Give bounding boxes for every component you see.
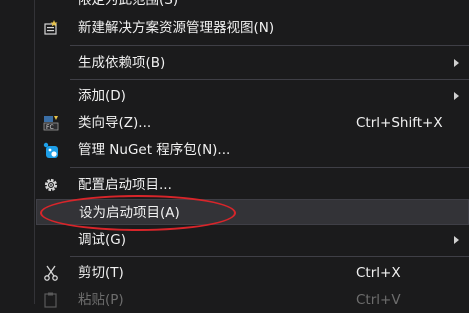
menu-item-label: 管理 NuGet 程序包(N)...	[78, 142, 231, 158]
submenu-arrow-icon	[454, 59, 459, 67]
svg-text:FC: FC	[46, 124, 54, 131]
menu-item-new-view[interactable]: 新建解决方案资源管理器视图(N)	[36, 15, 469, 41]
menu-item-label: 新建解决方案资源管理器视图(N)	[78, 20, 275, 36]
submenu-arrow-icon	[454, 236, 459, 244]
nuget-icon	[42, 141, 60, 159]
menu-item-label: 配置启动项目...	[78, 177, 172, 193]
menu-left-border	[34, 0, 35, 304]
menu-item-label: 类向导(Z)...	[78, 115, 152, 131]
menu-separator	[70, 167, 469, 168]
menu-item-limit-scope[interactable]: 限定为此范围(S)	[36, 0, 469, 13]
menu-item-debug[interactable]: 调试(G)	[36, 227, 469, 253]
new-view-icon	[42, 19, 60, 37]
menu-item-label: 剪切(T)	[78, 265, 124, 281]
menu-item-cut[interactable]: 剪切(T) Ctrl+X	[36, 260, 469, 286]
paste-icon	[42, 291, 60, 309]
menu-item-paste[interactable]: 粘贴(P) Ctrl+V	[36, 287, 469, 313]
menu-separator	[70, 256, 469, 257]
menu-item-label: 粘贴(P)	[78, 292, 124, 308]
context-menu: 限定为此范围(S) 新建解决方案资源管理器视图(N) 生成依赖项(B) 添加(D…	[0, 0, 469, 308]
menu-item-shortcut: Ctrl+Shift+X	[356, 115, 443, 131]
menu-item-manage-nuget[interactable]: 管理 NuGet 程序包(N)...	[36, 137, 469, 163]
menu-separator	[70, 45, 469, 46]
menu-item-class-wizard[interactable]: FC 类向导(Z)... Ctrl+Shift+X	[36, 110, 469, 136]
class-wizard-icon: FC	[42, 114, 60, 132]
annotation-red-circle	[40, 195, 236, 231]
menu-item-label: 限定为此范围(S)	[78, 0, 179, 8]
menu-item-shortcut: Ctrl+V	[356, 292, 401, 308]
scissors-icon	[42, 264, 60, 282]
menu-item-configure-startup[interactable]: 配置启动项目...	[36, 172, 469, 198]
submenu-arrow-icon	[454, 92, 459, 100]
menu-item-label: 调试(G)	[78, 232, 126, 248]
gear-icon	[42, 176, 60, 194]
menu-separator	[70, 79, 469, 80]
menu-item-add[interactable]: 添加(D)	[36, 83, 469, 109]
menu-item-label: 添加(D)	[78, 88, 126, 104]
menu-item-label: 生成依赖项(B)	[78, 55, 166, 71]
menu-item-shortcut: Ctrl+X	[356, 265, 401, 281]
menu-item-build-dependencies[interactable]: 生成依赖项(B)	[36, 50, 469, 76]
